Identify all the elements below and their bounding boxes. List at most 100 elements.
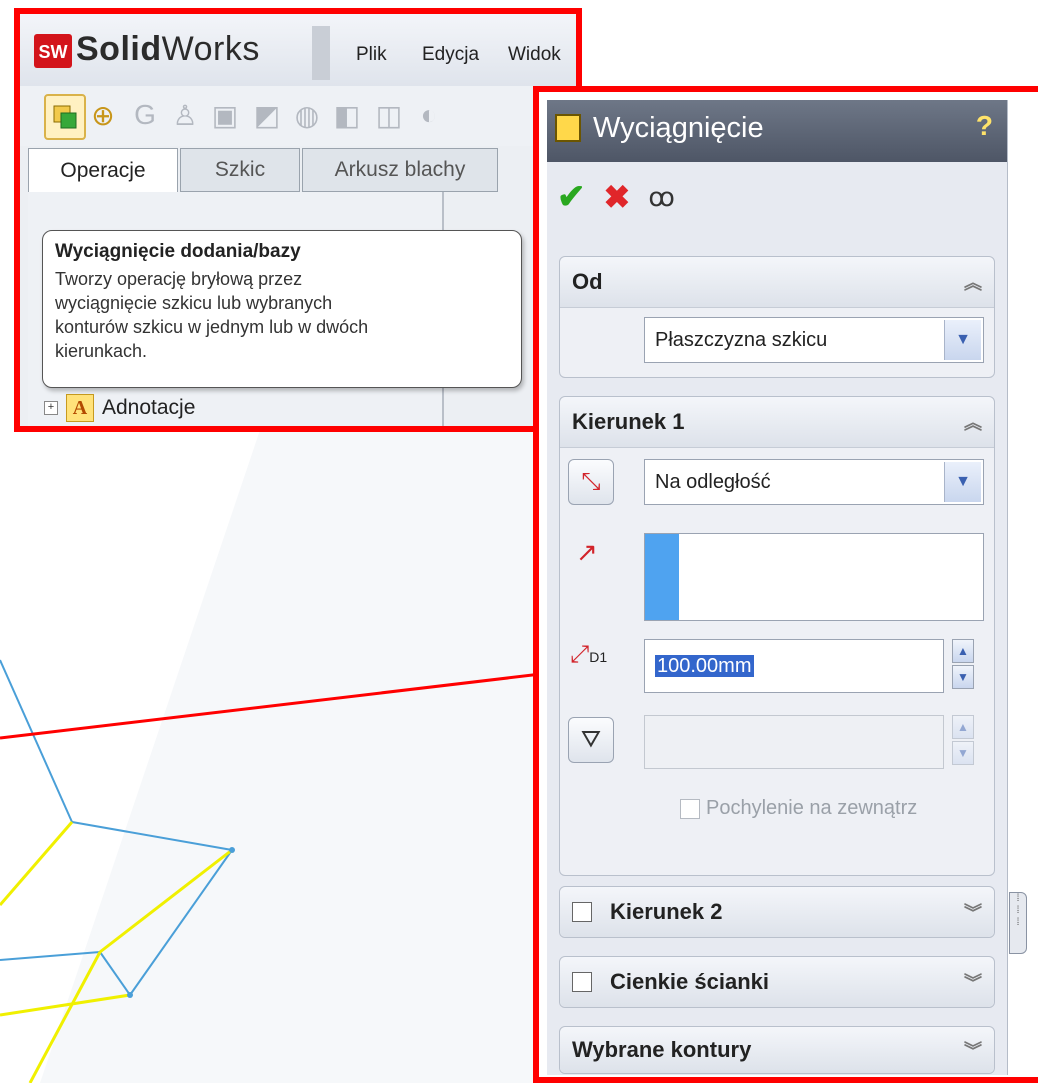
menu-widok[interactable]: Widok (508, 44, 561, 66)
chevron-down-icon[interactable]: ▼ (944, 320, 981, 360)
collapse-icon[interactable]: ︽ (964, 409, 982, 435)
group-kierunek-2-header[interactable]: Kierunek 2 ︾ (560, 887, 994, 937)
property-manager-crop: Wyciągnięcie ? ✔ ✖ ꝏ Od ︽ Płaszczyzna sz… (533, 86, 1038, 1083)
group-kierunek-1: Kierunek 1 ︽ ⤡ Na odległość ▼ ↗ ⤢D1 100.… (559, 396, 995, 876)
tab-arkusz-blachy[interactable]: Arkusz blachy (302, 148, 498, 192)
group-od-label: Od (572, 269, 603, 294)
group-wybrane-kontury: Wybrane kontury ︾ (559, 1026, 995, 1074)
menu-plik[interactable]: Plik (356, 44, 387, 66)
expand-icon[interactable]: + (44, 401, 58, 415)
draft-outward-checkbox[interactable] (680, 798, 700, 819)
group-wybrane-kontury-header[interactable]: Wybrane kontury ︾ (560, 1027, 994, 1073)
draft-spinner[interactable]: ▲ ▼ (952, 715, 974, 767)
draft-outward-label: Pochylenie na zewnątrz (706, 797, 918, 819)
pm-actions: ✔ ✖ ꝏ (557, 172, 675, 222)
group-cienkie-scianki: Cienkie ścianki ︾ (559, 956, 995, 1008)
tab-operacje[interactable]: Operacje (28, 148, 178, 192)
spin-up-icon[interactable]: ▲ (952, 715, 974, 739)
cut-loft-icon[interactable]: ◫ (370, 94, 408, 136)
group-od-header[interactable]: Od ︽ (560, 257, 994, 308)
spin-down-icon[interactable]: ▼ (952, 665, 974, 689)
menu-edycja[interactable]: Edycja (422, 44, 479, 66)
pm-title: Wyciągnięcie (593, 112, 764, 144)
pm-header: Wyciągnięcie ? (547, 100, 1007, 162)
tooltip: Wyciągnięcie dodania/bazy Tworzy operacj… (42, 230, 522, 388)
sweep-icon[interactable]: G (126, 94, 164, 136)
draft-toggle-button[interactable]: ⛛ (568, 717, 614, 763)
cut-sweep-icon[interactable]: ◧ (328, 94, 366, 136)
spin-down-icon[interactable]: ▼ (952, 741, 974, 765)
spin-up-icon[interactable]: ▲ (952, 639, 974, 663)
revolve-icon[interactable]: ⊕ (84, 94, 122, 136)
group-cienkie-scianki-header[interactable]: Cienkie ścianki ︾ (560, 957, 994, 1007)
extrude-icon (53, 105, 77, 129)
chevron-down-icon[interactable]: ▼ (944, 462, 981, 502)
ok-checkmark-icon[interactable]: ✔ (557, 177, 586, 217)
solidworks-logo-icon: SW (34, 34, 72, 68)
group-kierunek-1-header[interactable]: Kierunek 1 ︽ (560, 397, 994, 448)
annotations-icon: A (66, 394, 94, 422)
sketch-edge-blue (0, 659, 73, 823)
expand-icon[interactable]: ︾ (964, 1037, 982, 1063)
extrude-feature-icon (555, 114, 581, 142)
group-kierunek-2: Kierunek 2 ︾ (559, 886, 995, 938)
depth-value: 100.00mm (655, 655, 754, 677)
end-condition-select[interactable]: Na odległość ▼ (644, 459, 984, 505)
expand-icon[interactable]: ︾ (964, 899, 982, 925)
tooltip-title: Wyciągnięcie dodania/bazy (55, 241, 301, 262)
depth-icon-label: D1 (589, 649, 608, 665)
draft-outward-option[interactable]: Pochylenie na zewnątrz (680, 797, 917, 820)
depth-spinner[interactable]: ▲ ▼ (952, 639, 974, 691)
collapse-icon[interactable]: ︽ (964, 269, 982, 295)
brand-light: Works (161, 30, 260, 68)
tooltip-line: wyciągnięcie szkicu lub wybranych (55, 293, 333, 313)
tab-szkic[interactable]: Szkic (180, 148, 300, 192)
draft-angle-input[interactable] (644, 715, 944, 769)
od-start-select[interactable]: Płaszczyzna szkicu ▼ (644, 317, 984, 363)
tree-item-label: Adnotacje (102, 396, 196, 419)
kierunek-2-checkbox[interactable] (572, 902, 592, 922)
property-manager: Wyciągnięcie ? ✔ ✖ ꝏ Od ︽ Płaszczyzna sz… (547, 100, 1008, 1075)
od-start-value: Płaszczyzna szkicu (655, 329, 828, 351)
tooltip-line: kierunkach. (55, 341, 148, 361)
cienkie-scianki-checkbox[interactable] (572, 972, 592, 992)
tooltip-line: Tworzy operację bryłową przez (55, 269, 303, 289)
app-brand: SolidWorks (76, 30, 260, 69)
boundary-icon[interactable]: ▣ (206, 94, 244, 136)
group-kierunek-2-label: Kierunek 2 (610, 899, 723, 924)
brand-bold: Solid (76, 30, 162, 68)
reverse-direction-icon: ⤡ (581, 468, 601, 495)
background-diagonal-band (40, 430, 540, 1083)
cancel-x-icon[interactable]: ✖ (604, 178, 631, 216)
group-od: Od ︽ Płaszczyzna szkicu ▼ (559, 256, 995, 378)
title-bar: SW SolidWorks Plik Edycja Widok (20, 14, 576, 86)
depth-input[interactable]: 100.00mm (644, 639, 944, 693)
sketch-vertex (127, 992, 133, 998)
group-cienkie-scianki-label: Cienkie ścianki (610, 969, 769, 994)
depth-icon: ⤢D1 (570, 641, 607, 669)
sketch-vertex (229, 847, 235, 853)
tooltip-line: konturów szkicu w jednym lub w dwóch (55, 317, 369, 337)
features-toolbar: ⊕ G ♙ ▣ ◩ ◍ ◧ ◫ ◐ (20, 86, 576, 146)
extruded-boss-button[interactable] (44, 94, 86, 140)
tree-item-adnotacje[interactable]: + A Adnotacje (44, 394, 195, 422)
help-icon[interactable]: ? (976, 110, 993, 142)
reverse-direction-button[interactable]: ⤡ (568, 459, 614, 505)
direction-selection-box[interactable] (644, 533, 984, 621)
draft-icon: ⛛ (580, 726, 602, 753)
cut-extrude-icon[interactable]: ◩ (248, 94, 286, 136)
solidworks-window-crop: SW SolidWorks Plik Edycja Widok ⊕ G ♙ ▣ … (14, 8, 582, 432)
direction-arrow-icon: ↗ (576, 537, 598, 567)
group-wybrane-kontury-label: Wybrane kontury (572, 1037, 752, 1062)
cut-revolve-icon[interactable]: ◍ (288, 94, 326, 136)
panel-dock-handle[interactable]: ⁞ ⁞ ⁞ (1009, 892, 1027, 954)
title-separator (312, 26, 330, 80)
detailed-preview-glasses-icon[interactable]: ꝏ (648, 182, 674, 213)
logo-text: SW (39, 42, 68, 62)
loft-icon[interactable]: ♙ (166, 94, 204, 136)
end-condition-value: Na odległość (655, 471, 771, 493)
selection-color-swatch (645, 534, 679, 620)
expand-icon[interactable]: ︾ (964, 969, 982, 995)
sketch-edge-yellow (0, 821, 74, 906)
fillet-icon[interactable]: ◐ (410, 94, 448, 136)
